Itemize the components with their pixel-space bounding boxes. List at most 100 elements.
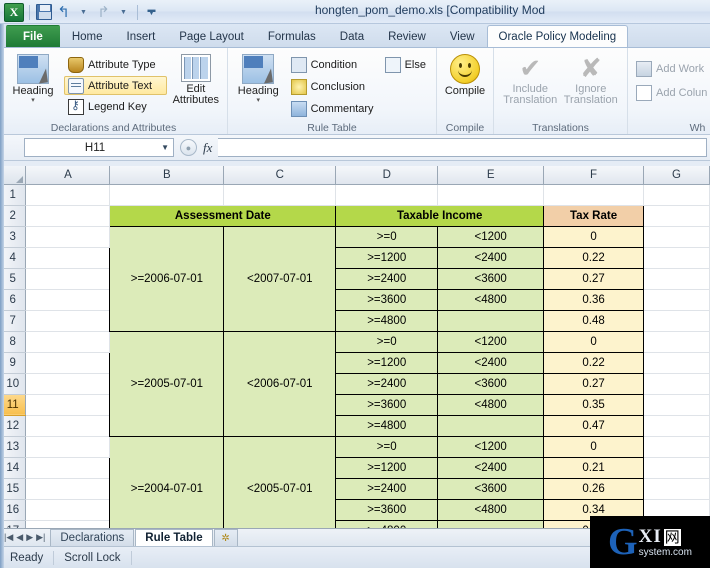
cell-c1[interactable]: [223, 184, 337, 206]
group-0-date-to[interactable]: <2007-07-01: [223, 225, 337, 332]
add-workbook-button[interactable]: Add Work: [634, 58, 710, 79]
insert-sheet-icon[interactable]: ✲: [213, 529, 238, 546]
group-2-row-2-income-to[interactable]: <3600: [437, 478, 545, 500]
cell-a14[interactable]: [25, 457, 111, 479]
cell-a9[interactable]: [25, 352, 111, 374]
group-2-row-4-income-from[interactable]: >=4800: [335, 520, 439, 528]
last-sheet-icon[interactable]: ▶|: [36, 532, 45, 543]
group-1-row-1-rate[interactable]: 0.22: [543, 352, 645, 374]
tab-view[interactable]: View: [438, 25, 487, 47]
group-1-date-to[interactable]: <2006-07-01: [223, 330, 337, 437]
heading-button-rule-table[interactable]: Heading ▾: [234, 52, 283, 104]
header-assessment-date[interactable]: Assessment Date: [109, 204, 337, 227]
group-1-row-2-rate[interactable]: 0.27: [543, 373, 645, 395]
commentary-button[interactable]: Commentary: [287, 98, 377, 119]
col-header-d[interactable]: D: [335, 166, 439, 185]
group-2-date-from[interactable]: >=2004-07-01: [109, 435, 225, 528]
edit-attributes-button[interactable]: Edit Attributes: [171, 52, 221, 106]
group-2-row-1-income-to[interactable]: <2400: [437, 457, 545, 479]
group-2-row-0-rate[interactable]: 0: [543, 435, 645, 458]
cell-g1[interactable]: [643, 184, 710, 206]
chevron-down-icon-2[interactable]: ▾: [257, 97, 261, 104]
cell-a5[interactable]: [25, 268, 111, 290]
cell-a16[interactable]: [25, 499, 111, 521]
cell-a13[interactable]: [25, 436, 111, 458]
sheet-tab-declarations[interactable]: Declarations: [50, 529, 135, 546]
cell-g2[interactable]: [643, 205, 710, 227]
group-2-row-3-income-from[interactable]: >=3600: [335, 499, 439, 521]
tab-data[interactable]: Data: [328, 25, 376, 47]
group-1-row-1-income-to[interactable]: <2400: [437, 352, 545, 374]
group-0-row-0-rate[interactable]: 0: [543, 226, 645, 248]
cell-a1[interactable]: [25, 184, 111, 206]
group-0-row-1-income-from[interactable]: >=1200: [335, 247, 439, 269]
group-0-row-0-income-to[interactable]: <1200: [437, 226, 545, 248]
group-0-row-1-income-to[interactable]: <2400: [437, 247, 545, 269]
cell-g4[interactable]: [643, 247, 710, 269]
legend-key-button[interactable]: Legend Key: [64, 96, 167, 117]
col-header-c[interactable]: C: [223, 166, 337, 185]
group-0-row-1-rate[interactable]: 0.22: [543, 247, 645, 269]
cell-e1[interactable]: [437, 184, 545, 206]
attribute-text-button[interactable]: Attribute Text: [64, 76, 167, 95]
cell-g3[interactable]: [643, 226, 710, 248]
cell-a17[interactable]: [25, 520, 111, 528]
fx-icon[interactable]: fx: [203, 140, 212, 156]
cell-a4[interactable]: [25, 247, 111, 269]
tab-page-layout[interactable]: Page Layout: [167, 25, 256, 47]
col-header-b[interactable]: B: [109, 166, 225, 185]
cell-f1[interactable]: [543, 184, 645, 206]
chevron-down-icon-namebox[interactable]: ▼: [161, 143, 169, 152]
ignore-translation-button[interactable]: ✘ Ignore Translation: [561, 52, 622, 106]
cell-g10[interactable]: [643, 373, 710, 395]
group-1-row-2-income-from[interactable]: >=2400: [335, 373, 439, 395]
col-header-a[interactable]: A: [25, 166, 111, 185]
cell-g14[interactable]: [643, 457, 710, 479]
tab-review[interactable]: Review: [376, 25, 438, 47]
group-1-row-2-income-to[interactable]: <3600: [437, 373, 545, 395]
header-tax-rate[interactable]: Tax Rate: [543, 204, 645, 227]
group-0-row-2-rate[interactable]: 0.27: [543, 268, 645, 290]
group-0-row-0-income-from[interactable]: >=0: [335, 226, 439, 248]
cell-b1[interactable]: [109, 184, 225, 206]
group-1-row-4-income-from[interactable]: >=4800: [335, 415, 439, 437]
cell-a6[interactable]: [25, 289, 111, 311]
compile-button[interactable]: Compile: [443, 52, 487, 97]
col-header-e[interactable]: E: [437, 166, 545, 185]
col-header-f[interactable]: F: [543, 166, 645, 185]
tab-oracle-policy-modeling[interactable]: Oracle Policy Modeling: [486, 25, 629, 47]
group-2-row-0-income-from[interactable]: >=0: [335, 435, 439, 458]
cell-g15[interactable]: [643, 478, 710, 500]
group-1-row-4-rate[interactable]: 0.47: [543, 415, 645, 437]
cell-g9[interactable]: [643, 352, 710, 374]
cell-a3[interactable]: [25, 226, 111, 248]
group-2-row-2-income-from[interactable]: >=2400: [335, 478, 439, 500]
tab-file[interactable]: File: [6, 25, 60, 47]
first-sheet-icon[interactable]: |◀: [4, 532, 13, 543]
group-1-row-3-income-from[interactable]: >=3600: [335, 394, 439, 416]
cell-a2[interactable]: [25, 205, 111, 227]
condition-button[interactable]: Condition: [287, 54, 377, 75]
include-translation-button[interactable]: ✔ Include Translation: [500, 52, 561, 106]
group-1-row-1-income-from[interactable]: >=1200: [335, 352, 439, 374]
group-0-row-2-income-from[interactable]: >=2400: [335, 268, 439, 290]
group-0-row-3-income-from[interactable]: >=3600: [335, 289, 439, 311]
group-0-row-4-income-from[interactable]: >=4800: [335, 310, 439, 332]
insert-function-circle-icon[interactable]: ●: [180, 139, 197, 156]
name-box[interactable]: H11 ▼: [24, 138, 174, 157]
sheet-tab-rule-table[interactable]: Rule Table: [135, 529, 213, 546]
group-0-row-4-rate[interactable]: 0.48: [543, 310, 645, 332]
add-column-button[interactable]: Add Colun: [634, 82, 710, 103]
cell-a10[interactable]: [25, 373, 111, 395]
group-2-row-1-rate[interactable]: 0.21: [543, 457, 645, 479]
cell-g5[interactable]: [643, 268, 710, 290]
prev-sheet-icon[interactable]: ◀: [16, 532, 23, 543]
group-1-row-4-income-to[interactable]: [437, 415, 545, 437]
heading-button-declarations[interactable]: Heading ▾: [6, 52, 60, 104]
formula-input[interactable]: [218, 138, 707, 157]
group-0-row-3-rate[interactable]: 0.36: [543, 289, 645, 311]
tab-insert[interactable]: Insert: [115, 25, 168, 47]
cell-g13[interactable]: [643, 436, 710, 458]
group-2-row-4-income-to[interactable]: [437, 520, 545, 528]
group-2-row-2-rate[interactable]: 0.26: [543, 478, 645, 500]
